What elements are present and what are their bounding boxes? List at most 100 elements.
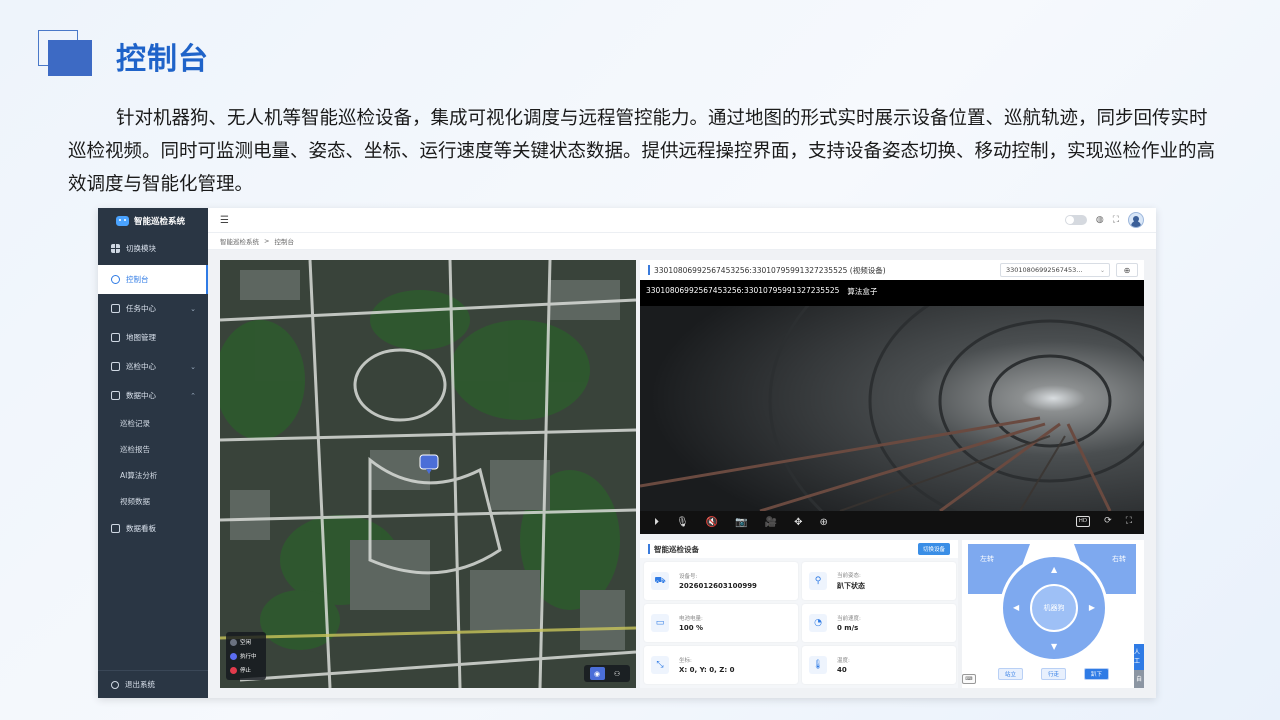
sidebar-subitem-inspection-record[interactable]: 巡检记录 (98, 410, 208, 436)
map-imagery (220, 260, 636, 688)
legend-item-idle: 空闲 (230, 635, 262, 649)
device-panel-title: 智能巡检设备 (654, 544, 699, 554)
sidebar-subitem-ai-analysis[interactable]: AI算法分析 (98, 462, 208, 488)
microphone-icon[interactable]: 🎙 (676, 517, 689, 528)
chevron-down-icon: ⌄ (190, 362, 196, 371)
theme-toggle[interactable] (1064, 215, 1087, 225)
sidebar-item-task-center[interactable]: 任务中心 ⌄ (98, 294, 208, 323)
status-dot-icon (230, 638, 237, 646)
sidebar-item-label: 控制台 (126, 275, 149, 284)
card-value: 0 m/s (837, 624, 859, 632)
header-accent-bar (648, 265, 650, 275)
device-status-grid: ⛟ 设备号: 2026012603100999 ⚲ 当前姿态: 趴下状态 ▭ 电… (644, 562, 956, 684)
task-icon (111, 304, 120, 313)
satellite-map[interactable]: 空闲 执行中 停止 ◉ ⚇ (220, 260, 636, 688)
sidebar-item-inspection-center[interactable]: 巡检中心 ⌄ (98, 352, 208, 381)
robot-view-button[interactable]: ◉ (589, 667, 605, 680)
arrow-down-icon[interactable]: ▼ (1051, 642, 1057, 651)
card-label: 设备号: (679, 574, 698, 580)
power-icon (111, 680, 119, 689)
battery-icon: ▭ (651, 614, 669, 632)
legend-label: 空闲 (240, 640, 252, 646)
card-label: 当前速度: (837, 616, 861, 622)
play-icon[interactable]: ⏵ (654, 517, 659, 528)
legend-label: 停止 (240, 668, 252, 674)
arrow-left-icon[interactable]: ◀ (1013, 603, 1019, 612)
sidebar-subitem-inspection-report[interactable]: 巡检报告 (98, 436, 208, 462)
card-value: 40 (837, 666, 847, 674)
arrow-right-icon[interactable]: ▶ (1089, 603, 1095, 612)
keyboard-icon[interactable]: ⌨ (962, 674, 976, 684)
walk-button[interactable]: 行走 (1041, 668, 1067, 680)
mute-icon[interactable]: 🔇 (706, 517, 718, 528)
video-controls: ⏵ 🎙 🔇 📷 🎥 ✥ ⊕ HD ⟳ ⛶ (640, 511, 1144, 534)
video-overlay: 33010806992567453256:3301079599132723552… (646, 286, 877, 297)
sidebar-item-map-management[interactable]: 地图管理 (98, 323, 208, 352)
temperature-card: 🌡 温度: 40 (802, 646, 956, 684)
grid-icon (111, 244, 120, 253)
avatar[interactable] (1128, 212, 1144, 228)
pose-buttons: 站立 行走 趴下 (998, 668, 1110, 680)
sidebar-subitem-video-data[interactable]: 视频数据 (98, 488, 208, 514)
device-number-card: ⛟ 设备号: 2026012603100999 (644, 562, 798, 600)
dashboard-icon (111, 524, 120, 533)
device-icon: ⛟ (651, 572, 669, 590)
sidebar-item-data-center[interactable]: 数据中心 ⌃ (98, 381, 208, 410)
status-dot-icon (230, 666, 237, 674)
video-panel: 33010806992567453256:3301079599132723552… (640, 260, 1144, 534)
status-dot-icon (230, 652, 237, 660)
card-label: 温度: (837, 658, 850, 664)
video-overlay-id: 33010806992567453256:3301079599132723552… (646, 286, 840, 295)
card-value: 100 % (679, 624, 704, 632)
switch-device-button[interactable]: 切换设备 (917, 543, 950, 555)
device-pose-card: ⚲ 当前姿态: 趴下状态 (802, 562, 956, 600)
sidebar-item-label: 地图管理 (126, 333, 156, 342)
hd-button[interactable]: HD (1075, 516, 1091, 527)
fullscreen-icon[interactable]: ⛶ (1113, 215, 1119, 225)
robot-dog-center-button[interactable]: 机器狗 (1030, 584, 1078, 632)
map-tools: ◉ ⚇ (584, 665, 630, 682)
video-overlay-label: 算法盒子 (847, 287, 878, 296)
breadcrumb-item-system[interactable]: 智能巡检系统 (220, 236, 259, 246)
pose-icon: ⚲ (809, 572, 827, 590)
card-label: 坐标: (679, 658, 692, 664)
arrow-up-icon[interactable]: ▲ (1051, 565, 1057, 574)
legend-item-running: 执行中 (230, 649, 262, 663)
sidebar-item-dashboard[interactable]: 数据看板 (98, 514, 208, 543)
sidebar-item-switch-module[interactable]: 切换模块 (98, 234, 208, 263)
add-video-button[interactable]: ⊕ (1116, 263, 1138, 277)
user-view-button[interactable]: ⚇ (610, 667, 625, 680)
stand-button[interactable]: 站立 (998, 668, 1024, 680)
fullscreen-icon[interactable]: ⛶ (1126, 516, 1132, 527)
globe-icon[interactable]: ◍ (1096, 215, 1104, 225)
sidebar-item-label: 任务中心 (126, 304, 156, 313)
camera-icon[interactable]: 📷 (735, 517, 747, 528)
ptz-icon[interactable]: ✥ (794, 517, 802, 528)
chevron-down-icon: ⌄ (190, 304, 196, 313)
video-player[interactable]: 33010806992567453256:3301079599132723552… (640, 280, 1144, 534)
record-icon[interactable]: 🎥 (765, 517, 777, 528)
data-icon (111, 391, 120, 400)
breadcrumb-item-console: 控制台 (274, 238, 294, 246)
temperature-icon: 🌡 (809, 656, 827, 674)
refresh-icon[interactable]: ⟳ (1104, 516, 1112, 527)
logout-button[interactable]: 退出系统 (98, 670, 208, 698)
menu-icon[interactable]: ☰ (220, 215, 229, 226)
sidebar-item-console[interactable]: 控制台 (98, 265, 208, 294)
legend-item-stopped: 停止 (230, 663, 262, 677)
zoom-in-icon[interactable]: ⊕ (819, 517, 827, 528)
select-value: 33010806992567453... (1006, 266, 1083, 274)
slide-description: 针对机器狗、无人机等智能巡检设备，集成可视化调度与远程管控能力。通过地图的形式实… (68, 108, 1216, 195)
top-bar: ☰ ◍ ⛶ (208, 208, 1156, 233)
auto-mode-tab[interactable]: 自 (1134, 670, 1144, 688)
map-legend: 空闲 执行中 停止 (226, 632, 266, 680)
console-icon (111, 275, 120, 284)
robot-control-panel: 左转 右转 ▲ ▼ ◀ ▶ 机器狗 站立 行走 趴下 人工 自 (962, 540, 1144, 688)
lie-down-button[interactable]: 趴下 (1084, 668, 1110, 680)
manual-mode-tab[interactable]: 人工 (1134, 644, 1144, 670)
chevron-up-icon: ⌃ (190, 391, 196, 400)
device-panel: 智能巡检设备 切换设备 ⛟ 设备号: 2026012603100999 ⚲ 当前… (640, 540, 958, 688)
breadcrumb: 智能巡检系统 > 控制台 (208, 233, 1156, 250)
video-device-select[interactable]: 33010806992567453... ⌄ (1000, 263, 1110, 277)
slide-title: 控制台 (116, 42, 209, 77)
